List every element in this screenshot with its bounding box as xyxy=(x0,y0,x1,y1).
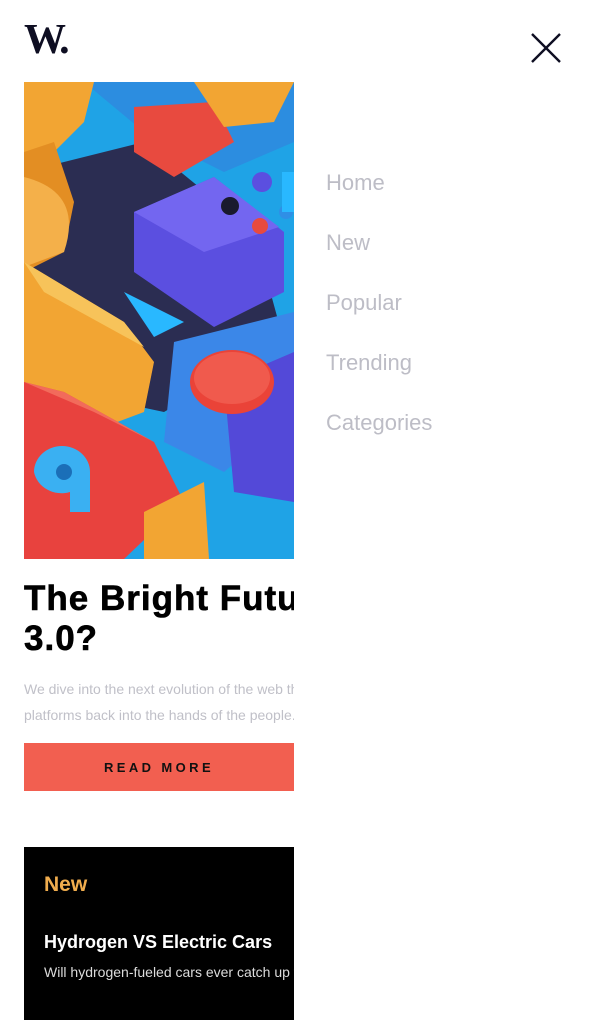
site-logo[interactable]: W. xyxy=(24,18,70,62)
menu-item-new[interactable]: New xyxy=(326,230,432,290)
menu-item-categories[interactable]: Categories xyxy=(326,410,432,470)
article-excerpt: We dive into the next evolution of the w… xyxy=(24,681,294,723)
menu-item-home[interactable]: Home xyxy=(326,170,432,230)
card-tag: New xyxy=(44,873,88,896)
close-menu-icon[interactable] xyxy=(526,28,566,68)
card-title[interactable]: Hydrogen VS Electric Cars xyxy=(44,932,294,953)
article-card[interactable]: New Hydrogen VS Electric Cars Will hydro… xyxy=(24,847,294,1020)
article-headline[interactable]: The Bright Future of Web 3.0? xyxy=(24,579,294,659)
menu-item-trending[interactable]: Trending xyxy=(326,350,432,410)
read-more-button[interactable]: READ MORE xyxy=(24,743,294,791)
menu-item-popular[interactable]: Popular xyxy=(326,290,432,350)
article-preview: The Bright Future of Web 3.0? We dive in… xyxy=(24,82,294,1020)
nav-menu: Home New Popular Trending Categories xyxy=(326,170,432,470)
card-description: Will hydrogen-fueled cars ever catch up … xyxy=(44,964,294,980)
hero-image[interactable] xyxy=(24,82,294,559)
